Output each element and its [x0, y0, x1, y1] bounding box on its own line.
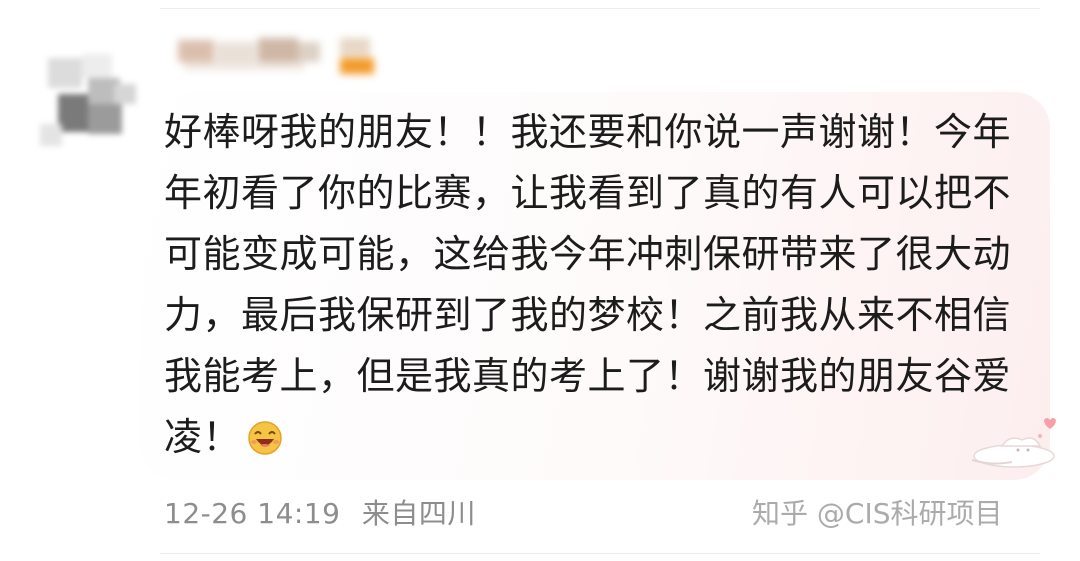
comment-meta: 12-26 14:19 来自四川: [164, 492, 476, 532]
cat-sticker-icon: [971, 418, 1056, 468]
comment-time: 12-26 14:19: [164, 497, 341, 530]
avatar[interactable]: [30, 40, 140, 150]
comment-body: 好棒呀我的朋友！！我还要和你说一声谢谢！今年年初看了你的比赛，让我看到了真的有人…: [164, 110, 1012, 459]
bottom-divider: [160, 553, 1040, 554]
watermark: 知乎 @CIS科研项目: [752, 497, 1003, 530]
comment-location: 来自四川: [361, 497, 476, 530]
laughing-face-emoji-icon: [248, 421, 282, 455]
top-divider: [160, 8, 1040, 9]
comment-text: 好棒呀我的朋友！！我还要和你说一声谢谢！今年年初看了你的比赛，让我看到了真的有人…: [164, 102, 1044, 468]
username-blurred[interactable]: [172, 36, 382, 82]
